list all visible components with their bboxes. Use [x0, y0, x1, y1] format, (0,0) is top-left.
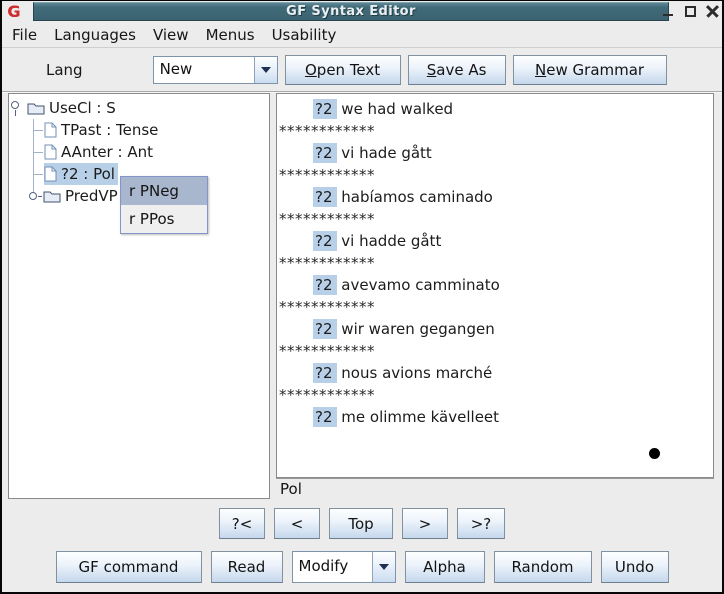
tree-node-label: PredVP	[65, 187, 118, 205]
chevron-down-icon[interactable]	[372, 552, 395, 582]
linearization-german: ?2 wir waren gegangen	[279, 318, 709, 340]
command-row: GF command Read Modify Alpha Random Undo	[0, 551, 724, 583]
undo-button[interactable]: Undo	[601, 551, 669, 583]
title-bar: G GF Syntax Editor	[2, 1, 722, 22]
metavariable-token[interactable]: ?2	[313, 187, 337, 207]
tree-node-label: AAnter : Ant	[61, 143, 153, 161]
tree-node-tpast[interactable]: TPast : Tense	[44, 119, 158, 141]
linearization-spanish: ?2 habíamos caminado	[279, 186, 709, 208]
linearization-swedish: ?2 vi hade gått	[279, 142, 709, 164]
tree-node-usecl[interactable]: UseCl : S	[27, 97, 116, 119]
next-node-button[interactable]: >	[402, 508, 448, 539]
app-window: G GF Syntax Editor File Languages View M…	[0, 0, 724, 594]
gf-command-button[interactable]: GF command	[56, 551, 202, 583]
lang-select[interactable]: New	[153, 56, 278, 84]
tree-node-q2-pol-selected[interactable]: ?2 : Pol	[44, 163, 118, 185]
alpha-button[interactable]: Alpha	[405, 551, 485, 583]
language-separator: ************	[279, 252, 709, 274]
popup-item-pneg[interactable]: r PNeg	[121, 177, 207, 205]
menu-file[interactable]: File	[12, 26, 37, 44]
metavariable-token[interactable]: ?2	[313, 275, 337, 295]
toolbar: Lang New Open Text Save As New Grammar	[2, 48, 722, 92]
menu-usability[interactable]: Usability	[272, 26, 337, 44]
tree-collapse-handle-stem	[38, 196, 42, 197]
tree-connector-stub	[34, 130, 43, 131]
menu-bar: File Languages View Menus Usability	[2, 22, 722, 48]
tree-collapse-handle-icon[interactable]	[29, 192, 37, 200]
prev-node-button[interactable]: <	[274, 508, 320, 539]
close-button[interactable]	[706, 5, 719, 18]
random-button[interactable]: Random	[494, 551, 592, 583]
lang-select-value: New	[154, 57, 254, 83]
refine-popup-menu: r PNeg r PPos	[120, 176, 208, 234]
prev-metavariable-button[interactable]: ?<	[219, 508, 265, 539]
folder-icon	[43, 190, 61, 203]
tree-expand-handle-stem	[15, 110, 16, 116]
tree-node-predvp[interactable]: PredVP	[43, 185, 118, 207]
menu-view[interactable]: View	[153, 26, 189, 44]
language-separator: ************	[279, 164, 709, 186]
title-plate: GF Syntax Editor	[33, 2, 669, 21]
tree-connector-stub	[34, 152, 43, 153]
gf-logo-icon: G	[4, 2, 24, 21]
popup-item-ppos[interactable]: r PPos	[121, 205, 207, 233]
linearization-norwegian: ?2 vi hadde gått	[279, 230, 709, 252]
language-separator: ************	[279, 340, 709, 362]
language-separator: ************	[279, 296, 709, 318]
menu-languages[interactable]: Languages	[54, 26, 136, 44]
document-icon	[44, 122, 57, 138]
linearization-panel[interactable]: ?2 we had walked ************ ?2 vi hade…	[276, 93, 714, 478]
top-button[interactable]: Top	[329, 508, 393, 539]
linearization-italian: ?2 avevamo camminato	[279, 274, 709, 296]
document-icon	[44, 144, 57, 160]
window-controls	[662, 2, 719, 21]
linearization-french: ?2 nous avions marché	[279, 362, 709, 384]
tree-node-aanter[interactable]: AAnter : Ant	[44, 141, 153, 163]
tree-node-label: ?2 : Pol	[61, 165, 115, 183]
new-grammar-button[interactable]: New Grammar	[513, 55, 667, 85]
linearization-finnish: ?2 me olimme kävelleet	[279, 406, 709, 428]
syntax-tree-panel: UseCl : S TPast : Tense AAnter : Ant ?2 …	[8, 93, 270, 499]
window-title: GF Syntax Editor	[34, 3, 668, 20]
tree-connector-stub	[34, 174, 43, 175]
chevron-down-icon[interactable]	[254, 57, 277, 83]
menu-menus[interactable]: Menus	[206, 26, 255, 44]
metavariable-token[interactable]: ?2	[313, 407, 337, 427]
metavariable-token[interactable]: ?2	[313, 231, 337, 251]
tree-expand-handle-icon[interactable]	[11, 101, 19, 109]
modify-select[interactable]: Modify	[292, 551, 396, 583]
metavariable-token[interactable]: ?2	[313, 143, 337, 163]
language-separator: ************	[279, 384, 709, 406]
read-button[interactable]: Read	[211, 551, 283, 583]
language-separator: ************	[279, 120, 709, 142]
document-icon	[44, 166, 57, 182]
navigation-row: ?< < Top > >?	[0, 508, 724, 539]
black-dot	[649, 448, 660, 459]
save-as-button[interactable]: Save As	[408, 55, 506, 85]
metavariable-token[interactable]: ?2	[313, 319, 337, 339]
tree-node-label: UseCl : S	[49, 99, 116, 117]
next-metavariable-button[interactable]: >?	[457, 508, 505, 539]
metavariable-token[interactable]: ?2	[313, 363, 337, 383]
language-separator: ************	[279, 208, 709, 230]
tree-node-label: TPast : Tense	[61, 121, 158, 139]
status-bar: Pol	[276, 478, 714, 500]
lang-label: Lang	[46, 61, 83, 79]
minimize-button[interactable]	[662, 5, 675, 18]
folder-icon	[27, 102, 45, 115]
maximize-button[interactable]	[684, 5, 697, 18]
linearization-english: ?2 we had walked	[279, 98, 709, 120]
open-text-button[interactable]: Open Text	[285, 55, 401, 85]
modify-select-value: Modify	[293, 552, 372, 582]
status-text: Pol	[280, 480, 302, 498]
metavariable-token[interactable]: ?2	[313, 99, 337, 119]
